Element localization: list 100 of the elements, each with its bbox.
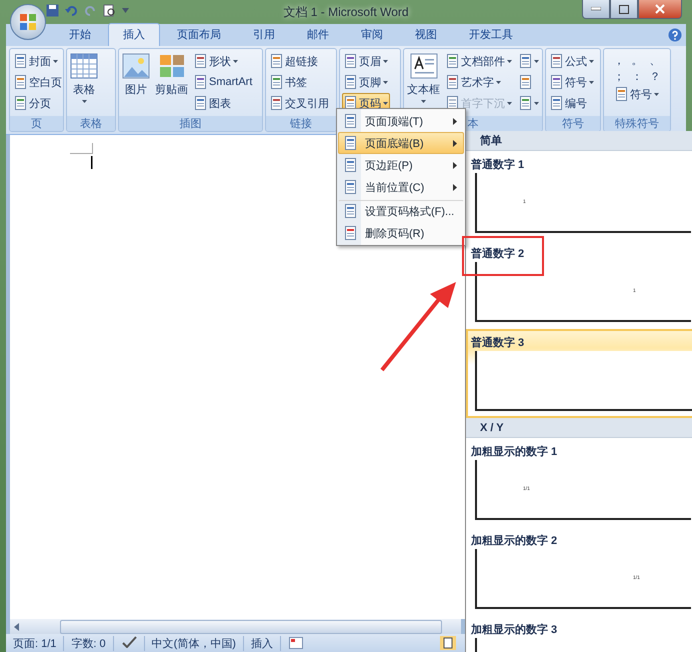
help-icon[interactable] — [668, 28, 682, 42]
document-icon — [194, 96, 207, 110]
document-icon — [519, 54, 532, 68]
ribbon-button[interactable]: 图表 — [192, 93, 254, 113]
punctuation-button[interactable]: 、 — [646, 53, 664, 68]
caret-icon — [589, 60, 594, 62]
status-text[interactable]: 插入 — [244, 636, 281, 650]
ribbon-button[interactable]: 符号 — [548, 72, 596, 92]
macro-icon[interactable] — [288, 637, 303, 649]
caret-icon — [507, 60, 512, 62]
document-icon — [14, 96, 27, 110]
submenu-arrow-icon — [453, 184, 457, 190]
punctuation-button[interactable]: ， — [610, 53, 628, 68]
close-button[interactable] — [638, 0, 682, 19]
ribbon-button[interactable]: 空白页 — [12, 72, 63, 92]
minimize-icon — [591, 7, 601, 11]
punctuation-button[interactable]: ？ — [646, 69, 664, 84]
ribbon-button[interactable] — [517, 51, 541, 71]
ribbon-button[interactable]: 交叉引用 — [268, 93, 331, 113]
ribbon-tab[interactable]: 邮件 — [292, 23, 344, 46]
ribbon-button[interactable]: SmartArt — [192, 72, 254, 92]
gallery-item[interactable]: 加粗显示的数字 3 — [466, 616, 692, 652]
window-title: 文档 1 - Microsoft Word — [283, 4, 409, 20]
ribbon-button[interactable]: 形状 — [192, 51, 254, 71]
ribbon-button[interactable]: 编号 — [548, 93, 596, 113]
caret-icon — [589, 80, 594, 84]
ribbon-button[interactable]: 符号 — [613, 84, 661, 104]
maximize-icon — [619, 4, 629, 14]
table-icon — [70, 53, 98, 79]
ribbon-button[interactable]: 页脚 — [342, 72, 390, 92]
document-icon — [344, 158, 357, 172]
caret-icon — [233, 60, 238, 62]
ribbon-tab[interactable]: 插入 — [108, 23, 160, 46]
menu-item[interactable]: 设置页码格式(F)... — [338, 200, 464, 222]
punctuation-button[interactable]: ： — [628, 69, 646, 84]
section-heading: 简单 — [480, 134, 502, 148]
status-text[interactable]: 字数: 0 — [64, 636, 114, 650]
ribbon-button[interactable] — [517, 93, 541, 113]
text-box-icon — [410, 53, 438, 79]
proofing-icon[interactable] — [120, 636, 137, 648]
punctuation-button[interactable]: 。 — [628, 53, 646, 68]
scrollbar-thumb[interactable] — [60, 620, 442, 634]
clip-art-icon — [158, 53, 186, 79]
ribbon-button[interactable]: 艺术字 — [444, 72, 514, 92]
ribbon-tab[interactable]: 视图 — [400, 23, 452, 46]
submenu-arrow-icon — [453, 140, 457, 146]
horizontal-scrollbar[interactable] — [10, 619, 461, 634]
menu-item[interactable]: 当前位置(C) — [338, 176, 464, 198]
ribbon-button[interactable]: 超链接 — [268, 51, 331, 71]
menu-item[interactable]: 页边距(P) — [338, 154, 464, 176]
group-label: 符号 — [562, 117, 584, 131]
ribbon-button[interactable]: 公式 — [548, 51, 596, 71]
ribbon-button[interactable]: 分页 — [12, 93, 63, 113]
ribbon-tab[interactable]: 页面布局 — [162, 23, 236, 46]
ribbon-tab[interactable]: 开发工具 — [454, 23, 528, 46]
maximize-button[interactable] — [610, 0, 638, 19]
print-preview-icon[interactable] — [103, 4, 116, 17]
document-icon — [615, 87, 628, 101]
document-icon — [344, 114, 357, 128]
document-icon — [519, 75, 532, 89]
menu-item[interactable]: 删除页码(R) — [338, 222, 464, 244]
menu-item[interactable]: 页面顶端(T) — [338, 110, 464, 132]
menu-item[interactable]: 页面底端(B) — [338, 132, 464, 154]
document-icon — [344, 226, 357, 240]
ribbon-button[interactable]: 封面 — [12, 51, 63, 71]
caret-icon — [496, 80, 501, 84]
ribbon-tab[interactable]: 开始 — [54, 23, 106, 46]
office-button[interactable] — [10, 4, 46, 40]
minimize-button[interactable] — [582, 0, 610, 19]
ribbon-button[interactable]: 文本框 — [406, 51, 441, 105]
caret-icon — [53, 60, 58, 62]
caret-icon — [507, 102, 512, 104]
document-icon — [446, 75, 459, 89]
caret-icon — [654, 92, 659, 96]
status-text[interactable]: 页面: 1/1 — [6, 636, 64, 650]
document-icon — [270, 96, 283, 110]
ribbon-button[interactable]: 页眉 — [342, 51, 390, 71]
document-icon — [194, 75, 207, 89]
document-icon — [344, 180, 357, 194]
document-icon — [446, 54, 459, 68]
document-icon — [550, 75, 563, 89]
punctuation-button[interactable]: ； — [610, 69, 628, 84]
gallery-item[interactable]: 普通数字 3 — [466, 329, 692, 418]
scroll-left-icon[interactable] — [14, 622, 20, 630]
ribbon-button[interactable]: 书签 — [268, 72, 331, 92]
document-icon — [14, 75, 27, 89]
print-layout-icon[interactable] — [440, 636, 456, 650]
document-icon — [519, 96, 532, 110]
ribbon-button[interactable]: 图片 — [121, 51, 151, 99]
submenu-arrow-icon — [453, 162, 457, 168]
ribbon-tab[interactable]: 审阅 — [346, 23, 398, 46]
caret-icon[interactable] — [122, 8, 129, 13]
status-text[interactable]: 中文(简体，中国) — [144, 636, 244, 650]
group-label: 特殊符号 — [615, 117, 659, 131]
ribbon-button[interactable]: 文档部件 — [444, 51, 514, 71]
group-label: 链接 — [290, 116, 312, 131]
ribbon-tab[interactable]: 引用 — [238, 23, 290, 46]
ribbon-button[interactable]: 剪贴画 — [154, 51, 189, 99]
ribbon-button[interactable]: 表格 — [69, 51, 99, 105]
save-icon[interactable] — [46, 4, 59, 17]
